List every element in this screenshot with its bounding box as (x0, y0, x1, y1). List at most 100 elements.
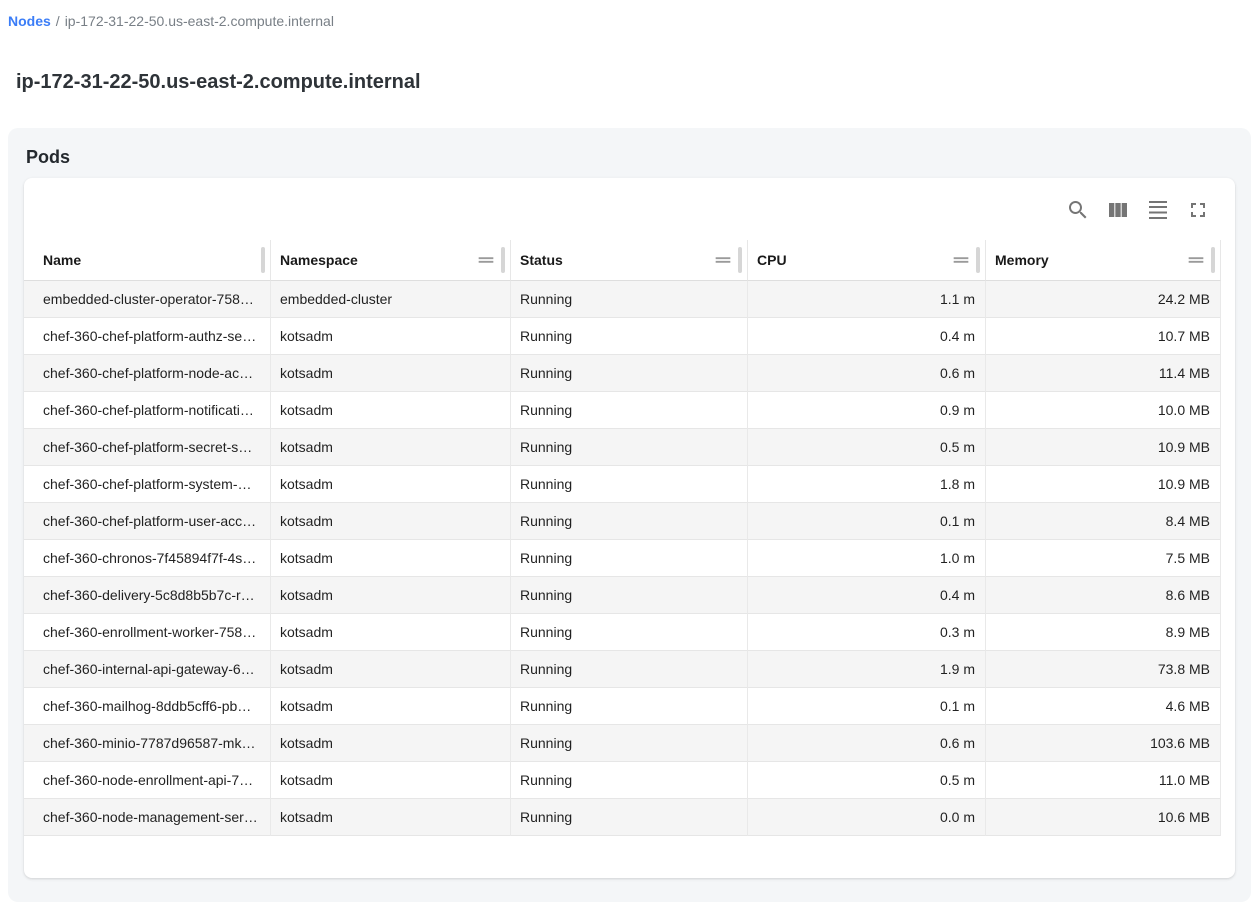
cell-namespace: kotsadm (271, 577, 511, 614)
column-header-label: Memory (995, 252, 1049, 268)
toggle-density-button[interactable] (1139, 192, 1177, 230)
cell-memory: 8.6 MB (986, 577, 1221, 614)
cell-status: Running (511, 355, 748, 392)
cell-cpu: 1.8 m (748, 466, 986, 503)
table-row: chef-360-chef-platform-authz-se…kotsadmR… (24, 318, 1221, 355)
cell-status: Running (511, 281, 748, 318)
cell-cpu: 0.9 m (748, 392, 986, 429)
show-hide-columns-button[interactable] (1099, 192, 1137, 230)
table-row: chef-360-internal-api-gateway-6…kotsadmR… (24, 651, 1221, 688)
cell-memory: 10.6 MB (986, 799, 1221, 836)
toggle-fullscreen-button[interactable] (1179, 192, 1217, 230)
column-drag-handle-icon[interactable] (950, 249, 972, 271)
cell-name: chef-360-chef-platform-system-… (24, 466, 271, 503)
cell-status: Running (511, 688, 748, 725)
cell-namespace: embedded-cluster (271, 281, 511, 318)
cell-cpu: 1.0 m (748, 540, 986, 577)
cell-status: Running (511, 577, 748, 614)
cell-cpu: 1.1 m (748, 281, 986, 318)
pods-table-header: Name Namespace Status (24, 240, 1221, 281)
cell-name: chef-360-chef-platform-user-acc… (24, 503, 271, 540)
cell-cpu: 0.5 m (748, 762, 986, 799)
search-button[interactable] (1059, 192, 1097, 230)
cell-cpu: 0.0 m (748, 799, 986, 836)
column-header-label: Status (520, 252, 563, 268)
cell-memory: 73.8 MB (986, 651, 1221, 688)
table-row: chef-360-node-management-ser…kotsadmRunn… (24, 799, 1221, 836)
cell-name: chef-360-mailhog-8ddb5cff6-pb… (24, 688, 271, 725)
table-row: chef-360-chef-platform-secret-s…kotsadmR… (24, 429, 1221, 466)
cell-memory: 8.9 MB (986, 614, 1221, 651)
cell-namespace: kotsadm (271, 392, 511, 429)
cell-name: chef-360-node-enrollment-api-7… (24, 762, 271, 799)
cell-name: chef-360-chef-platform-notificati… (24, 392, 271, 429)
column-header-memory[interactable]: Memory (986, 240, 1221, 281)
cell-cpu: 0.1 m (748, 688, 986, 725)
cell-status: Running (511, 429, 748, 466)
column-resize-handle[interactable] (738, 247, 742, 273)
breadcrumb-link-nodes[interactable]: Nodes (8, 13, 51, 29)
cell-namespace: kotsadm (271, 725, 511, 762)
table-row: chef-360-delivery-5c8d8b5b7c-r…kotsadmRu… (24, 577, 1221, 614)
cell-namespace: kotsadm (271, 540, 511, 577)
table-row: chef-360-chef-platform-user-acc…kotsadmR… (24, 503, 1221, 540)
cell-memory: 24.2 MB (986, 281, 1221, 318)
table-row: chef-360-chef-platform-node-ac…kotsadmRu… (24, 355, 1221, 392)
breadcrumb-current: ip-172-31-22-50.us-east-2.compute.intern… (65, 13, 334, 29)
column-drag-handle-icon[interactable] (1185, 249, 1207, 271)
pods-card-title: Pods (24, 146, 1235, 168)
cell-namespace: kotsadm (271, 466, 511, 503)
column-header-status[interactable]: Status (511, 240, 748, 281)
column-resize-handle[interactable] (501, 247, 505, 273)
table-row: embedded-cluster-operator-758…embedded-c… (24, 281, 1221, 318)
cell-name: chef-360-enrollment-worker-758… (24, 614, 271, 651)
fullscreen-icon (1186, 198, 1210, 225)
cell-name: chef-360-chef-platform-authz-se… (24, 318, 271, 355)
cell-status: Running (511, 466, 748, 503)
pods-table-body: embedded-cluster-operator-758…embedded-c… (24, 281, 1221, 836)
cell-namespace: kotsadm (271, 614, 511, 651)
column-drag-handle-icon[interactable] (712, 249, 734, 271)
column-header-label: CPU (757, 252, 787, 268)
column-header-name[interactable]: Name (24, 240, 271, 281)
cell-namespace: kotsadm (271, 651, 511, 688)
table-row: chef-360-node-enrollment-api-7…kotsadmRu… (24, 762, 1221, 799)
column-resize-handle[interactable] (261, 247, 265, 273)
table-row: chef-360-chef-platform-notificati…kotsad… (24, 392, 1221, 429)
cell-memory: 10.9 MB (986, 466, 1221, 503)
table-row: chef-360-enrollment-worker-758…kotsadmRu… (24, 614, 1221, 651)
cell-namespace: kotsadm (271, 799, 511, 836)
cell-namespace: kotsadm (271, 355, 511, 392)
cell-name: chef-360-chef-platform-secret-s… (24, 429, 271, 466)
cell-namespace: kotsadm (271, 429, 511, 466)
cell-memory: 103.6 MB (986, 725, 1221, 762)
column-header-namespace[interactable]: Namespace (271, 240, 511, 281)
cell-memory: 10.0 MB (986, 392, 1221, 429)
pods-table-paper: Name Namespace Status (24, 178, 1235, 878)
cell-cpu: 0.5 m (748, 429, 986, 466)
column-resize-handle[interactable] (1211, 247, 1215, 273)
cell-cpu: 0.6 m (748, 355, 986, 392)
cell-status: Running (511, 725, 748, 762)
cell-status: Running (511, 540, 748, 577)
cell-memory: 10.9 MB (986, 429, 1221, 466)
page-title: ip-172-31-22-50.us-east-2.compute.intern… (16, 70, 1243, 94)
cell-memory: 7.5 MB (986, 540, 1221, 577)
cell-status: Running (511, 392, 748, 429)
cell-memory: 10.7 MB (986, 318, 1221, 355)
cell-name: chef-360-chronos-7f45894f7f-4s… (24, 540, 271, 577)
cell-name: embedded-cluster-operator-758… (24, 281, 271, 318)
column-drag-handle-icon[interactable] (475, 249, 497, 271)
search-icon (1066, 198, 1090, 225)
column-header-cpu[interactable]: CPU (748, 240, 986, 281)
pods-table: Name Namespace Status (24, 240, 1221, 836)
cell-namespace: kotsadm (271, 688, 511, 725)
cell-cpu: 0.6 m (748, 725, 986, 762)
cell-memory: 11.0 MB (986, 762, 1221, 799)
column-header-label: Namespace (280, 252, 358, 268)
cell-cpu: 1.9 m (748, 651, 986, 688)
breadcrumb-separator: / (56, 13, 60, 29)
column-resize-handle[interactable] (976, 247, 980, 273)
cell-name: chef-360-chef-platform-node-ac… (24, 355, 271, 392)
pods-card: Pods (8, 128, 1251, 902)
